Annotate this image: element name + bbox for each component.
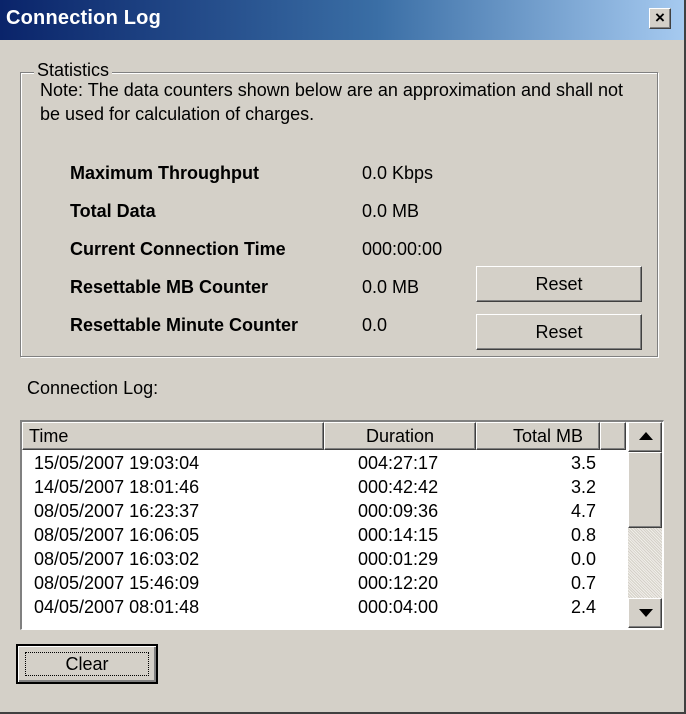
close-button[interactable]: ×: [649, 8, 671, 29]
cell-total-mb: 2.4: [570, 597, 596, 617]
list-content: Time Duration Total MB 15/05/2007 19:03:…: [22, 422, 626, 629]
total-data-label: Total Data: [70, 201, 156, 221]
resettable-mb-value: 0.0 MB: [362, 277, 420, 297]
column-header-filler: [600, 422, 626, 450]
title-bar[interactable]: Connection Log ×: [0, 0, 684, 40]
column-header-time[interactable]: Time: [22, 422, 324, 450]
scroll-down-button[interactable]: [628, 598, 662, 628]
scroll-thumb[interactable]: [628, 452, 662, 528]
cell-time: 08/05/2007 15:46:09: [34, 573, 200, 593]
clear-button-label: Clear: [65, 654, 109, 674]
log-rows: 15/05/2007 19:03:04 004:27:17 3.5 14/05/…: [22, 452, 626, 620]
arrow-down-icon: [639, 609, 653, 617]
table-row[interactable]: 14/05/2007 18:01:46 000:42:42 3.2: [22, 476, 626, 500]
resettable-minute-value: 0.0: [362, 315, 388, 335]
cell-total-mb: 4.7: [570, 501, 596, 521]
resettable-mb-label: Resettable MB Counter: [70, 277, 269, 297]
connection-log-list[interactable]: Time Duration Total MB 15/05/2007 19:03:…: [20, 420, 664, 630]
cell-time: 08/05/2007 16:23:37: [34, 501, 200, 521]
cell-time: 08/05/2007 16:03:02: [34, 549, 200, 569]
table-row[interactable]: 08/05/2007 16:23:37 000:09:36 4.7: [22, 500, 626, 524]
cell-duration: 004:27:17: [358, 453, 439, 473]
connection-time-label: Current Connection Time: [70, 239, 286, 259]
scroll-up-button[interactable]: [628, 422, 662, 452]
cell-duration: 000:42:42: [358, 477, 439, 497]
table-row[interactable]: 08/05/2007 16:03:02 000:01:29 0.0: [22, 548, 626, 572]
connection-log-label: Connection Log:: [27, 378, 159, 398]
connection-time-value: 000:00:00: [362, 239, 443, 259]
reset-mb-button[interactable]: Reset: [476, 266, 642, 302]
cell-total-mb: 3.2: [570, 477, 596, 497]
table-row[interactable]: 08/05/2007 15:46:09 000:12:20 0.7: [22, 572, 626, 596]
cell-duration: 000:04:00: [358, 597, 439, 617]
table-row[interactable]: 15/05/2007 19:03:04 004:27:17 3.5: [22, 452, 626, 476]
column-header-duration[interactable]: Duration: [324, 422, 476, 450]
table-row[interactable]: 04/05/2007 08:01:48 000:04:00 2.4: [22, 596, 626, 620]
cell-time: 14/05/2007 18:01:46: [34, 477, 200, 497]
resettable-minute-label: Resettable Minute Counter: [70, 315, 299, 335]
cell-total-mb: 0.8: [570, 525, 596, 545]
cell-duration: 000:14:15: [358, 525, 439, 545]
cell-time: 04/05/2007 08:01:48: [34, 597, 200, 617]
cell-total-mb: 3.5: [570, 453, 596, 473]
cell-duration: 000:09:36: [358, 501, 439, 521]
clear-button[interactable]: Clear: [16, 644, 158, 684]
statistics-note: Note: The data counters shown below are …: [40, 80, 624, 124]
cell-total-mb: 0.0: [570, 549, 596, 569]
close-icon: ×: [655, 8, 665, 27]
max-throughput-label: Maximum Throughput: [70, 163, 259, 183]
arrow-up-icon: [639, 432, 653, 440]
cell-time: 08/05/2007 16:06:05: [34, 525, 200, 545]
reset-minute-button[interactable]: Reset: [476, 314, 642, 350]
connection-log-window: Connection Log × Statistics Note: The da…: [0, 0, 686, 714]
total-data-value: 0.0 MB: [362, 201, 420, 221]
vertical-scrollbar[interactable]: [628, 422, 662, 628]
cell-duration: 000:12:20: [358, 573, 439, 593]
list-header: Time Duration Total MB: [22, 422, 626, 450]
cell-duration: 000:01:29: [358, 549, 439, 569]
cell-time: 15/05/2007 19:03:04: [34, 453, 200, 473]
cell-total-mb: 0.7: [570, 573, 596, 593]
column-header-total-mb[interactable]: Total MB: [476, 422, 600, 450]
max-throughput-value: 0.0 Kbps: [362, 163, 434, 183]
table-row[interactable]: 08/05/2007 16:06:05 000:14:15 0.8: [22, 524, 626, 548]
window-title: Connection Log: [6, 7, 161, 29]
